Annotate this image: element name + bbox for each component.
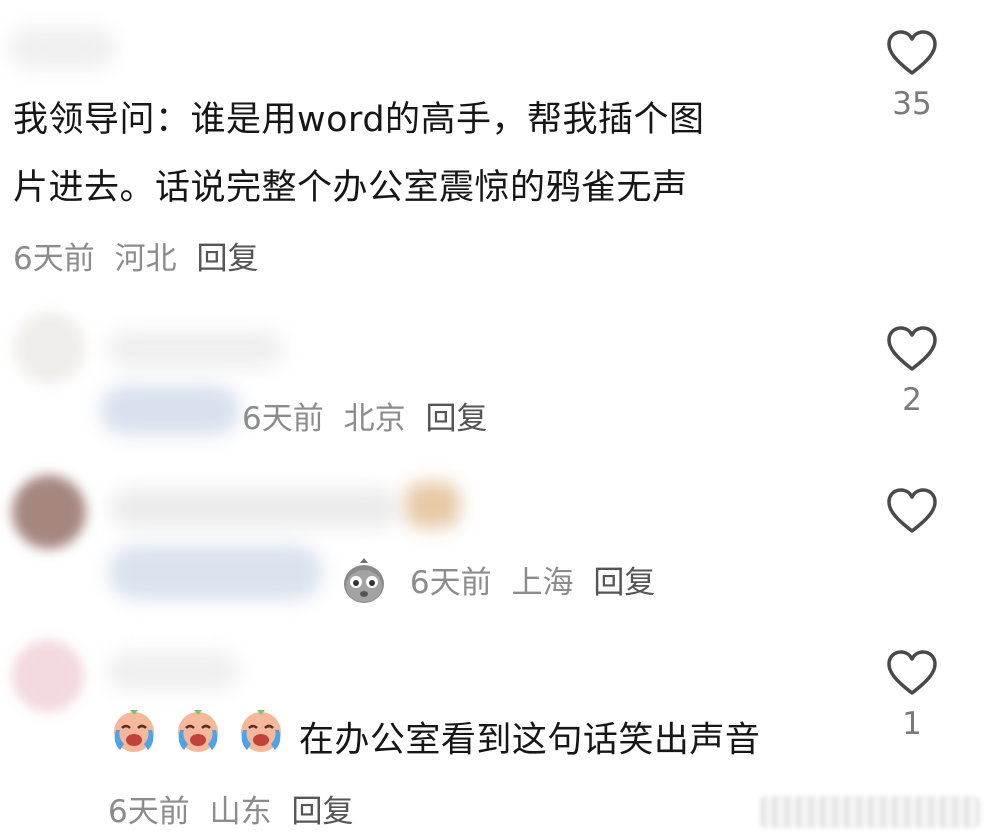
laugh-cry-emoji-icon [172, 704, 224, 779]
like-count: 2 [902, 382, 922, 418]
comment-location: 上海 [511, 564, 574, 601]
blurred-username [10, 28, 115, 68]
blurred-username [108, 652, 238, 690]
heart-outline-icon [887, 30, 937, 75]
like-button[interactable]: 35 [872, 30, 952, 122]
laugh-cry-emoji-icon [235, 704, 287, 779]
like-count: 35 [892, 86, 932, 122]
comment-text-line: 片进去。话说完整个办公室震惊的鸦雀无声 [13, 168, 688, 208]
comment-time: 6天前 [409, 564, 492, 601]
comment-meta: 6天前 上海 回复 [338, 554, 665, 614]
blurred-watermark [760, 796, 980, 828]
avatar[interactable] [14, 312, 86, 384]
heart-outline-icon [887, 650, 937, 695]
heart-outline-icon [887, 326, 937, 371]
comment-time: 6天前 [242, 401, 324, 437]
comment-location: 北京 [343, 401, 406, 437]
comment-time: 6天前 [13, 241, 95, 277]
comment-text-line: 在办公室看到这句话笑出声音 [108, 704, 760, 779]
comment-meta: 6天前 山东 回复 [108, 786, 363, 831]
blurred-comment-text [100, 385, 240, 435]
comment-list: 我领导问：谁是用word的高手，帮我插个图 片进去。话说完整个办公室震惊的鸦雀无… [0, 0, 990, 839]
like-button[interactable]: 1 [872, 650, 952, 742]
reply-button[interactable]: 回复 [291, 794, 353, 830]
blurred-username [108, 330, 283, 368]
heart-outline-icon [887, 488, 937, 533]
laugh-cry-emoji-icon [108, 704, 160, 779]
blurred-username-badge [405, 482, 460, 528]
like-button[interactable] [872, 488, 952, 544]
comment-location: 河北 [114, 241, 177, 277]
reply-button[interactable]: 回复 [196, 241, 258, 277]
comment-text: 在办公室看到这句话笑出声音 [298, 720, 761, 761]
like-count: 1 [902, 706, 922, 742]
blurred-comment-text [108, 545, 323, 600]
blurred-username [110, 488, 400, 528]
comment-text-line: 我领导问：谁是用word的高手，帮我插个图 [13, 100, 705, 140]
like-button[interactable]: 2 [872, 326, 952, 418]
comment-meta: 6天前 河北 回复 [13, 233, 268, 278]
avatar[interactable] [12, 640, 84, 712]
comment-time: 6天前 [108, 794, 190, 830]
comment-meta: 6天前 北京 回复 [242, 393, 497, 438]
avatar[interactable] [12, 475, 86, 549]
reply-button[interactable]: 回复 [425, 401, 487, 437]
reply-button[interactable]: 回复 [593, 565, 655, 601]
comment-location: 山东 [209, 794, 272, 830]
shocked-face-emoji-icon [338, 554, 390, 614]
